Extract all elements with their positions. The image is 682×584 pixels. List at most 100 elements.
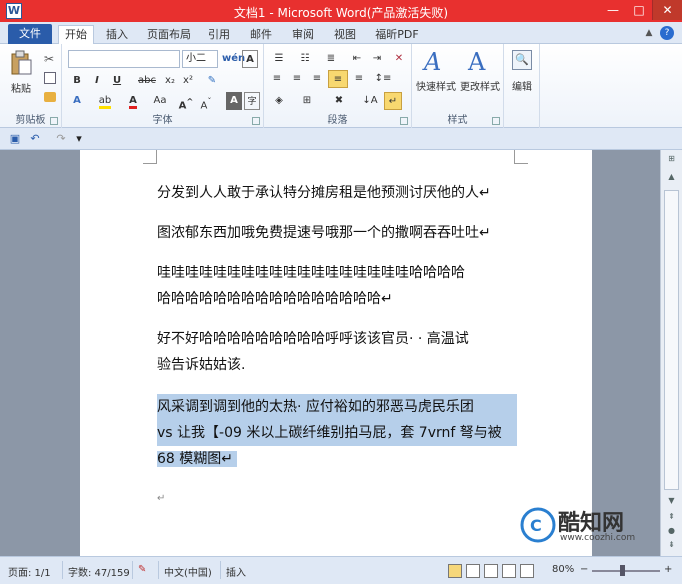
vertical-scrollbar[interactable]: ⊞ ▲ ▼ ⇞ ● ⇟ (660, 150, 682, 556)
paragraph-line: 哈哈哈哈哈哈哈哈哈哈哈哈哈哈哈哈↵ (157, 291, 393, 307)
asian-layout-icon[interactable]: ✕ (390, 50, 408, 68)
paste-icon[interactable] (10, 50, 32, 76)
change-case-button[interactable]: Aa (150, 92, 170, 110)
full-screen-reading-icon[interactable] (466, 564, 480, 578)
tab-review[interactable]: 审阅 (288, 26, 318, 44)
font-size-combo[interactable]: 小二 (182, 50, 218, 68)
language-indicator[interactable]: 中文(中国) (164, 564, 212, 579)
styles-launcher-icon[interactable] (492, 117, 500, 125)
undo-icon[interactable]: ↶ (28, 132, 42, 146)
ruler-toggle-icon[interactable]: ⊞ (664, 154, 679, 168)
show-marks-icon[interactable]: ↵ (384, 92, 402, 110)
paragraph-1[interactable]: 分发到人人敢于承认特分摊房租是他预测讨厌他的人↵ (157, 180, 517, 206)
outline-view-icon[interactable] (502, 564, 516, 578)
cut-icon[interactable]: ✂ (44, 52, 54, 66)
strikethrough-button[interactable]: abc (136, 72, 158, 90)
paragraph-3[interactable]: 哇哇哇哇哇哇哇哇哇哇哇哇哇哇哇哇哇哇哈哈哈哈 哈哈哈哈哈哈哈哈哈哈哈哈哈哈哈哈↵ (157, 260, 517, 312)
tab-references[interactable]: 引用 (204, 26, 234, 44)
paragraph-5-selected[interactable]: 风采调到调到他的太热· 应付裕如的邪恶马虎民乐团 vs 让我【-09 米以上碳纤… (157, 394, 517, 472)
paste-button[interactable]: 粘贴 (6, 80, 36, 95)
chinese-layout-icon[interactable]: ✖ (328, 92, 350, 110)
bullets-icon[interactable]: ☰ (268, 50, 290, 68)
paragraph-4[interactable]: 好不好哈哈哈哈哈哈哈哈哈呼呼该该官员· · 高温试 验告诉姑姑该. (157, 326, 517, 378)
minimize-button[interactable]: — (600, 0, 626, 20)
distributed-icon[interactable]: ≡ (350, 70, 368, 88)
tab-page-layout[interactable]: 页面布局 (144, 26, 194, 44)
increase-indent-icon[interactable]: ⇥ (368, 50, 386, 68)
insert-mode-indicator[interactable]: 插入 (226, 564, 246, 579)
margin-mark-top-right (514, 150, 528, 164)
quick-styles-button[interactable]: 快速样式 (414, 78, 458, 93)
zoom-slider[interactable] (592, 570, 660, 572)
separator (132, 561, 133, 579)
italic-button[interactable]: I (90, 72, 104, 90)
paragraph-2[interactable]: 图浓郁东西加哦免费提速号哦那一个的撒啊吞吞吐吐↵ (157, 220, 517, 246)
char-shading-icon[interactable]: A (226, 92, 242, 110)
help-icon[interactable]: ? (660, 26, 674, 40)
enclose-char-icon[interactable]: 字 (244, 92, 260, 110)
document-page[interactable]: 分发到人人敢于承认特分摊房租是他预测讨厌他的人↵ 图浓郁东西加哦免费提速号哦那一… (80, 150, 592, 556)
ribbon-collapse-icon[interactable]: ▲ (642, 26, 656, 40)
web-layout-icon[interactable] (484, 564, 498, 578)
shrink-font-icon[interactable]: Aˇ (198, 92, 214, 111)
paragraph-launcher-icon[interactable] (400, 117, 408, 125)
clear-format-icon[interactable]: ✎ (202, 72, 222, 90)
numbering-icon[interactable]: ☷ (294, 50, 316, 68)
ribbon: 粘贴 ✂ 剪贴板 小二 wén A B I U abc x₂ x² ✎ A ab… (0, 44, 682, 128)
zoom-level[interactable]: 80% (552, 564, 574, 575)
zoom-out-button[interactable]: − (580, 564, 588, 575)
align-right-icon[interactable]: ≡ (308, 70, 326, 88)
quick-styles-icon[interactable]: A (424, 48, 441, 76)
underline-button[interactable]: U (110, 72, 124, 90)
line-spacing-icon[interactable]: ↕≡ (372, 70, 394, 88)
shading-icon[interactable]: ◈ (268, 92, 290, 110)
sort-icon[interactable]: ↓A (362, 92, 378, 110)
clipboard-launcher-icon[interactable] (50, 117, 58, 125)
change-styles-icon[interactable]: A (468, 48, 485, 76)
copy-icon[interactable] (44, 72, 56, 84)
tab-home[interactable]: 开始 (58, 25, 94, 45)
phonetic-guide-button[interactable]: wén (222, 50, 245, 68)
font-color-icon[interactable]: A (124, 92, 142, 110)
proofing-icon[interactable]: ✎ (138, 564, 146, 575)
close-button[interactable]: ✕ (652, 0, 682, 20)
bold-button[interactable]: B (70, 72, 84, 90)
ribbon-tab-row: 文件 开始 插入 页面布局 引用 邮件 审阅 视图 福昕PDF ▲ ? (0, 22, 682, 45)
scroll-thumb[interactable] (664, 190, 679, 490)
zoom-in-button[interactable]: + (664, 564, 672, 575)
redo-icon[interactable]: ↷ (54, 132, 68, 146)
borders-icon[interactable]: ⊞ (296, 92, 318, 110)
tab-view[interactable]: 视图 (330, 26, 360, 44)
grow-font-icon[interactable]: A^ (178, 92, 194, 111)
decrease-indent-icon[interactable]: ⇤ (348, 50, 366, 68)
paragraph-6-empty[interactable]: ↵ (157, 486, 517, 512)
superscript-button[interactable]: x² (180, 72, 196, 90)
char-border-button[interactable]: A (242, 50, 258, 68)
change-styles-button[interactable]: 更改样式 (458, 78, 502, 93)
save-icon[interactable]: ▣ (8, 132, 22, 146)
justify-icon[interactable]: ≡ (328, 70, 348, 88)
format-painter-icon[interactable] (44, 92, 56, 102)
find-icon[interactable]: 🔍 (512, 50, 532, 70)
align-left-icon[interactable]: ≡ (268, 70, 286, 88)
text-effects-icon[interactable]: A (68, 92, 86, 110)
align-center-icon[interactable]: ≡ (288, 70, 306, 88)
scroll-up-icon[interactable]: ▲ (664, 172, 679, 186)
editing-button[interactable]: 编辑 (506, 78, 538, 93)
tab-foxit-pdf[interactable]: 福昕PDF (372, 26, 422, 44)
subscript-button[interactable]: x₂ (162, 72, 178, 90)
tab-mailings[interactable]: 邮件 (246, 26, 276, 44)
zoom-slider-thumb[interactable] (620, 565, 625, 576)
font-launcher-icon[interactable] (252, 117, 260, 125)
customize-qat-icon[interactable]: ▾ (72, 132, 86, 146)
word-count[interactable]: 字数: 47/159 (68, 564, 130, 579)
draft-view-icon[interactable] (520, 564, 534, 578)
page-count[interactable]: 页面: 1/1 (8, 564, 51, 579)
font-name-combo[interactable] (68, 50, 180, 68)
highlight-icon[interactable]: ab (96, 92, 114, 110)
maximize-button[interactable]: □ (626, 0, 652, 20)
print-layout-icon[interactable] (448, 564, 462, 578)
multilevel-list-icon[interactable]: ≣ (320, 50, 342, 68)
tab-insert[interactable]: 插入 (102, 26, 132, 44)
tab-file[interactable]: 文件 (8, 24, 52, 44)
